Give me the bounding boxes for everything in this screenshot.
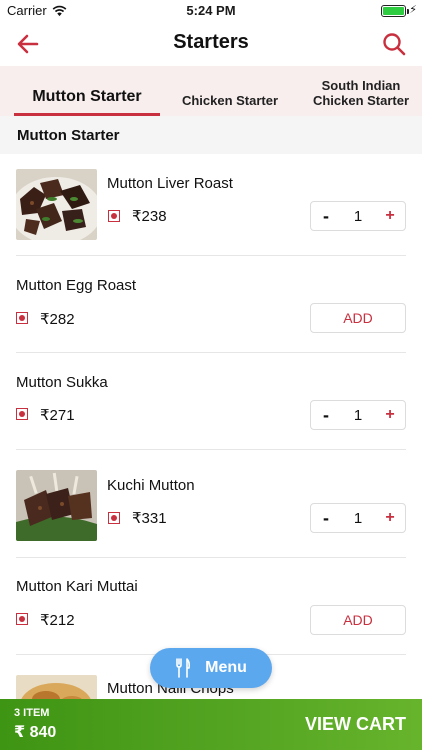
add-button[interactable]: ADD [310, 605, 406, 635]
charging-icon: ⚡ [409, 4, 417, 16]
dish-name: Mutton Liver Roast [107, 175, 233, 192]
list-item: Mutton Sukka ₹271 - 1 + [0, 353, 422, 450]
tab-south-indian-chicken-starter[interactable]: South Indian Chicken Starter [300, 78, 422, 108]
dish-image [16, 470, 97, 541]
dish-name: Kuchi Mutton [107, 477, 195, 494]
add-button[interactable]: ADD [310, 303, 406, 333]
dish-image [16, 675, 97, 699]
cart-item-count: 3 ITEM [14, 707, 50, 719]
quantity-value: 1 [353, 406, 363, 424]
menu-label: Menu [205, 659, 247, 676]
tab-mutton-starter[interactable]: Mutton Starter [14, 88, 160, 106]
quantity-value: 1 [353, 207, 363, 225]
tab-chicken-starter[interactable]: Chicken Starter [175, 93, 285, 108]
dish-price: ₹271 [40, 407, 75, 424]
page-title: Starters [173, 31, 249, 53]
dish-image [16, 169, 97, 240]
list-item: Mutton Egg Roast ₹282 ADD [0, 256, 422, 353]
quantity-stepper: - 1 + [310, 201, 406, 231]
view-cart-button[interactable]: VIEW CART [305, 714, 406, 735]
category-tabs: Mutton Starter Chicken Starter South Ind… [0, 66, 422, 116]
section-header: Mutton Starter [0, 116, 422, 154]
cart-total: ₹ 840 [14, 724, 57, 741]
decrement-button[interactable]: - [311, 508, 341, 529]
list-item: Mutton Kari Muttai ₹212 ADD [0, 558, 422, 655]
dish-name: Mutton Egg Roast [16, 277, 137, 294]
dish-price: ₹238 [132, 208, 167, 225]
list-item: Kuchi Mutton ₹331 - 1 + [0, 456, 422, 558]
divider [16, 449, 406, 450]
non-veg-indicator-icon [108, 512, 120, 524]
dish-price: ₹331 [132, 510, 167, 527]
dish-name: Mutton Kari Muttai [16, 578, 138, 595]
decrement-button[interactable]: - [311, 206, 341, 227]
non-veg-indicator-icon [16, 408, 28, 420]
increment-button[interactable]: + [375, 406, 405, 424]
search-icon [383, 33, 406, 56]
dish-price: ₹282 [40, 311, 75, 328]
view-cart-bar[interactable]: 3 ITEM ₹ 840 VIEW CART [0, 699, 422, 750]
fork-knife-icon [176, 658, 191, 678]
menu-button[interactable]: Menu [150, 648, 272, 688]
non-veg-indicator-icon [16, 312, 28, 324]
status-bar: Carrier 5:24 PM ⚡ [0, 0, 422, 22]
clock: 5:24 PM [186, 3, 236, 18]
non-veg-indicator-icon [108, 210, 120, 222]
decrement-button[interactable]: - [311, 405, 341, 426]
quantity-stepper: - 1 + [310, 503, 406, 533]
tab-label-line1: South Indian [321, 78, 401, 93]
quantity-value: 1 [353, 509, 363, 527]
app-header: Starters [0, 22, 422, 66]
battery-icon [381, 5, 406, 17]
tab-label-line2: Chicken Starter [312, 93, 410, 108]
dish-price: ₹212 [40, 612, 75, 629]
quantity-stepper: - 1 + [310, 400, 406, 430]
section-title: Mutton Starter [17, 127, 120, 144]
list-item: Mutton Liver Roast ₹238 - 1 + [0, 154, 422, 256]
back-button[interactable] [14, 30, 42, 58]
increment-button[interactable]: + [375, 509, 405, 527]
dish-name: Mutton Sukka [16, 374, 108, 391]
arrow-left-icon [17, 34, 39, 54]
increment-button[interactable]: + [375, 207, 405, 225]
non-veg-indicator-icon [16, 613, 28, 625]
search-button[interactable] [380, 30, 408, 58]
